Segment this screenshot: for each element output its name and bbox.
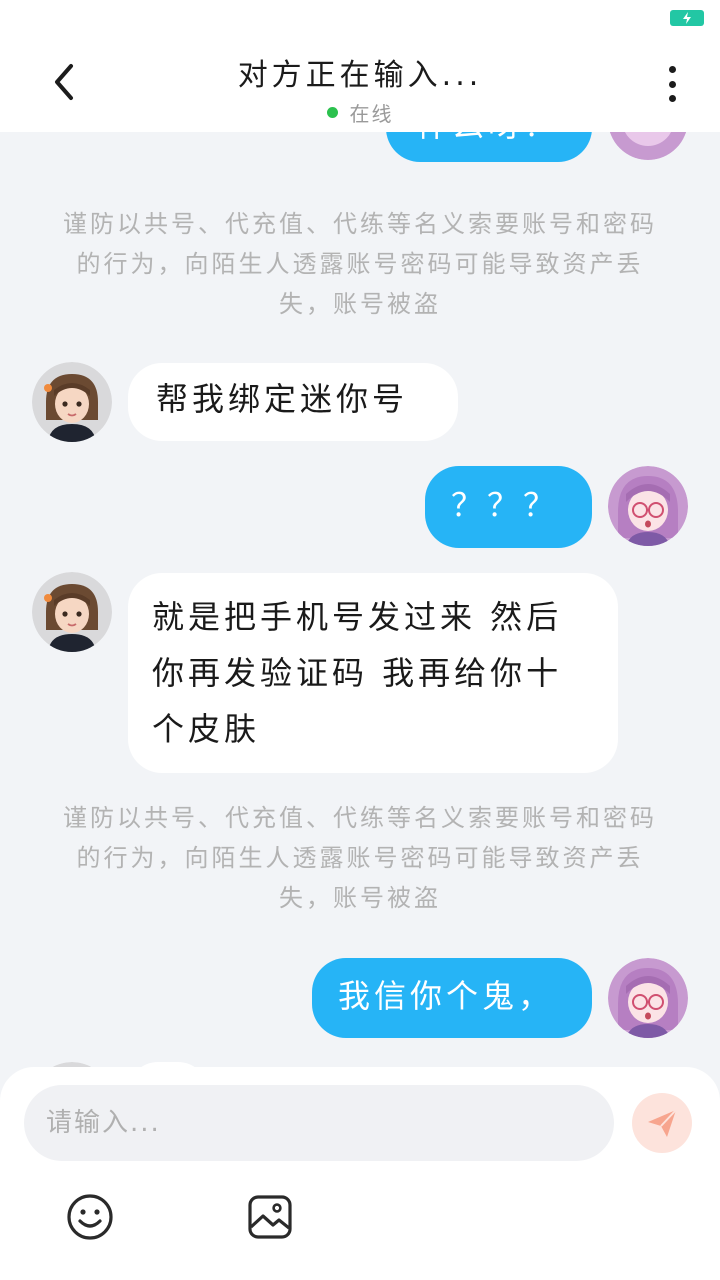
page-title: 对方正在输入... — [237, 58, 483, 93]
message-bubble-outgoing[interactable]: 什么呀？ — [386, 132, 592, 162]
avatar-contact[interactable] — [32, 362, 112, 442]
emoji-icon — [67, 1194, 113, 1240]
online-dot-icon — [326, 107, 338, 118]
message-bubble-outgoing[interactable]: 我信你个鬼， — [312, 958, 592, 1038]
presence-status: 在线 — [160, 98, 560, 127]
avatar-self[interactable] — [608, 958, 688, 1038]
image-icon — [248, 1195, 292, 1239]
message-composer — [0, 1067, 720, 1280]
security-notice: 谨防以共号、代充值、代练等名义索要账号和密码的行为，向陌生人透露账号密码可能导致… — [63, 210, 657, 318]
chat-screen: 对方正在输入... 在线 什么呀？ 谨防以共号、代充值、代练等名义索要账号和密码… — [0, 0, 720, 1280]
battery-charging-icon — [670, 10, 704, 26]
send-button[interactable] — [632, 1093, 692, 1153]
back-arrow-icon — [55, 64, 73, 100]
more-vertical-icon — [668, 66, 676, 73]
header-title-block: 对方正在输入... 在线 — [160, 50, 560, 127]
message-list[interactable]: 什么呀？ 谨防以共号、代充值、代练等名义索要账号和密码的行为，向陌生人透露账号密… — [0, 132, 720, 1067]
send-icon — [648, 1109, 677, 1137]
image-button[interactable] — [246, 1193, 294, 1241]
emoji-button[interactable] — [66, 1193, 114, 1241]
more-options-button[interactable] — [652, 62, 692, 106]
avatar-contact[interactable] — [32, 572, 112, 652]
message-bubble-incoming[interactable]: 帮我绑定迷你号 — [128, 363, 458, 441]
chat-header: 对方正在输入... 在线 — [0, 36, 720, 132]
avatar-self[interactable] — [608, 466, 688, 546]
security-notice: 谨防以共号、代充值、代练等名义索要账号和密码的行为，向陌生人透露账号密码可能导致… — [63, 804, 657, 912]
message-bubble-outgoing[interactable]: ？？？ — [425, 466, 592, 548]
back-button[interactable] — [40, 58, 88, 106]
message-input[interactable] — [24, 1085, 614, 1161]
avatar-self[interactable] — [608, 132, 688, 160]
presence-label: 在线 — [349, 102, 394, 126]
message-bubble-incoming[interactable]: 就是把手机号发过来 然后你再发验证码 我再给你十个皮肤 — [128, 573, 618, 773]
status-bar — [0, 0, 720, 36]
